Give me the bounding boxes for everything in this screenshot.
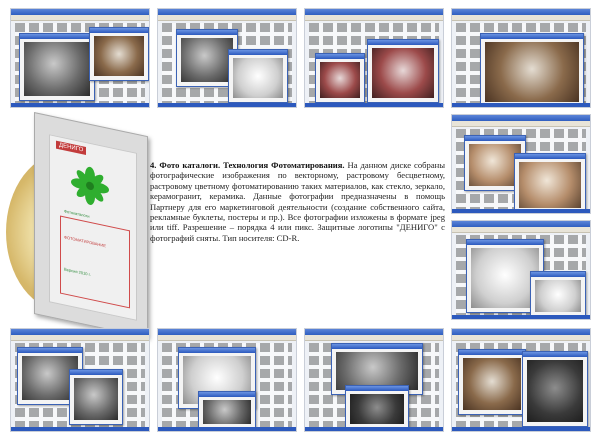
description-body: На данном диске собраны фотографические … xyxy=(150,160,446,243)
screenshot-top-3[interactable] xyxy=(304,8,444,108)
photo xyxy=(74,378,118,420)
cd-frame xyxy=(60,215,130,309)
photo xyxy=(320,62,360,98)
cd-title: ДЕНИГО xyxy=(56,140,87,156)
screenshot-bottom-2[interactable] xyxy=(157,328,297,432)
toolbar xyxy=(11,15,149,21)
image-viewer-window[interactable] xyxy=(69,369,123,425)
image-viewer-window[interactable] xyxy=(530,271,586,317)
photo xyxy=(535,280,581,312)
image-viewer-window[interactable] xyxy=(228,49,288,103)
photo xyxy=(519,162,581,208)
image-viewer-window[interactable] xyxy=(345,385,409,429)
flower-logo-icon xyxy=(71,166,109,205)
screenshot-top-4[interactable] xyxy=(451,8,591,108)
screenshot-bottom-4[interactable] xyxy=(451,328,591,432)
photo xyxy=(463,358,521,410)
image-viewer-window[interactable] xyxy=(522,351,588,427)
screenshot-right-1[interactable] xyxy=(451,114,591,214)
cd-card: ДЕНИГО Фотокаталоги ФОТОМАТИРОВАНИЕ Верс… xyxy=(34,112,148,339)
screenshot-bottom-1[interactable] xyxy=(10,328,150,432)
image-viewer-window[interactable] xyxy=(89,27,149,81)
screenshot-top-2[interactable] xyxy=(157,8,297,108)
image-viewer-window[interactable] xyxy=(458,349,526,415)
description-heading: 4. Фото каталоги. Технология Фотоматиров… xyxy=(150,160,345,170)
photo xyxy=(203,400,251,424)
photo xyxy=(471,248,539,308)
cd-cover: ДЕНИГО Фотокаталоги ФОТОМАТИРОВАНИЕ Верс… xyxy=(6,112,151,339)
photo xyxy=(24,42,90,96)
photo xyxy=(181,38,233,82)
photo xyxy=(485,42,579,102)
image-viewer-window[interactable] xyxy=(19,33,95,101)
screenshot-bottom-3[interactable] xyxy=(304,328,444,432)
photo xyxy=(372,48,434,98)
image-viewer-window[interactable] xyxy=(198,391,256,429)
description-text: 4. Фото каталоги. Технология Фотоматиров… xyxy=(150,160,445,243)
photo xyxy=(94,36,144,76)
photo xyxy=(527,360,583,422)
photo xyxy=(350,394,404,424)
image-viewer-window[interactable] xyxy=(367,39,439,103)
image-viewer-window[interactable] xyxy=(315,53,365,103)
screenshot-right-2[interactable] xyxy=(451,220,591,320)
photo xyxy=(233,58,283,98)
image-viewer-window[interactable] xyxy=(480,33,584,107)
screenshot-top-1[interactable] xyxy=(10,8,150,108)
taskbar xyxy=(11,103,149,107)
image-viewer-window[interactable] xyxy=(514,153,586,213)
